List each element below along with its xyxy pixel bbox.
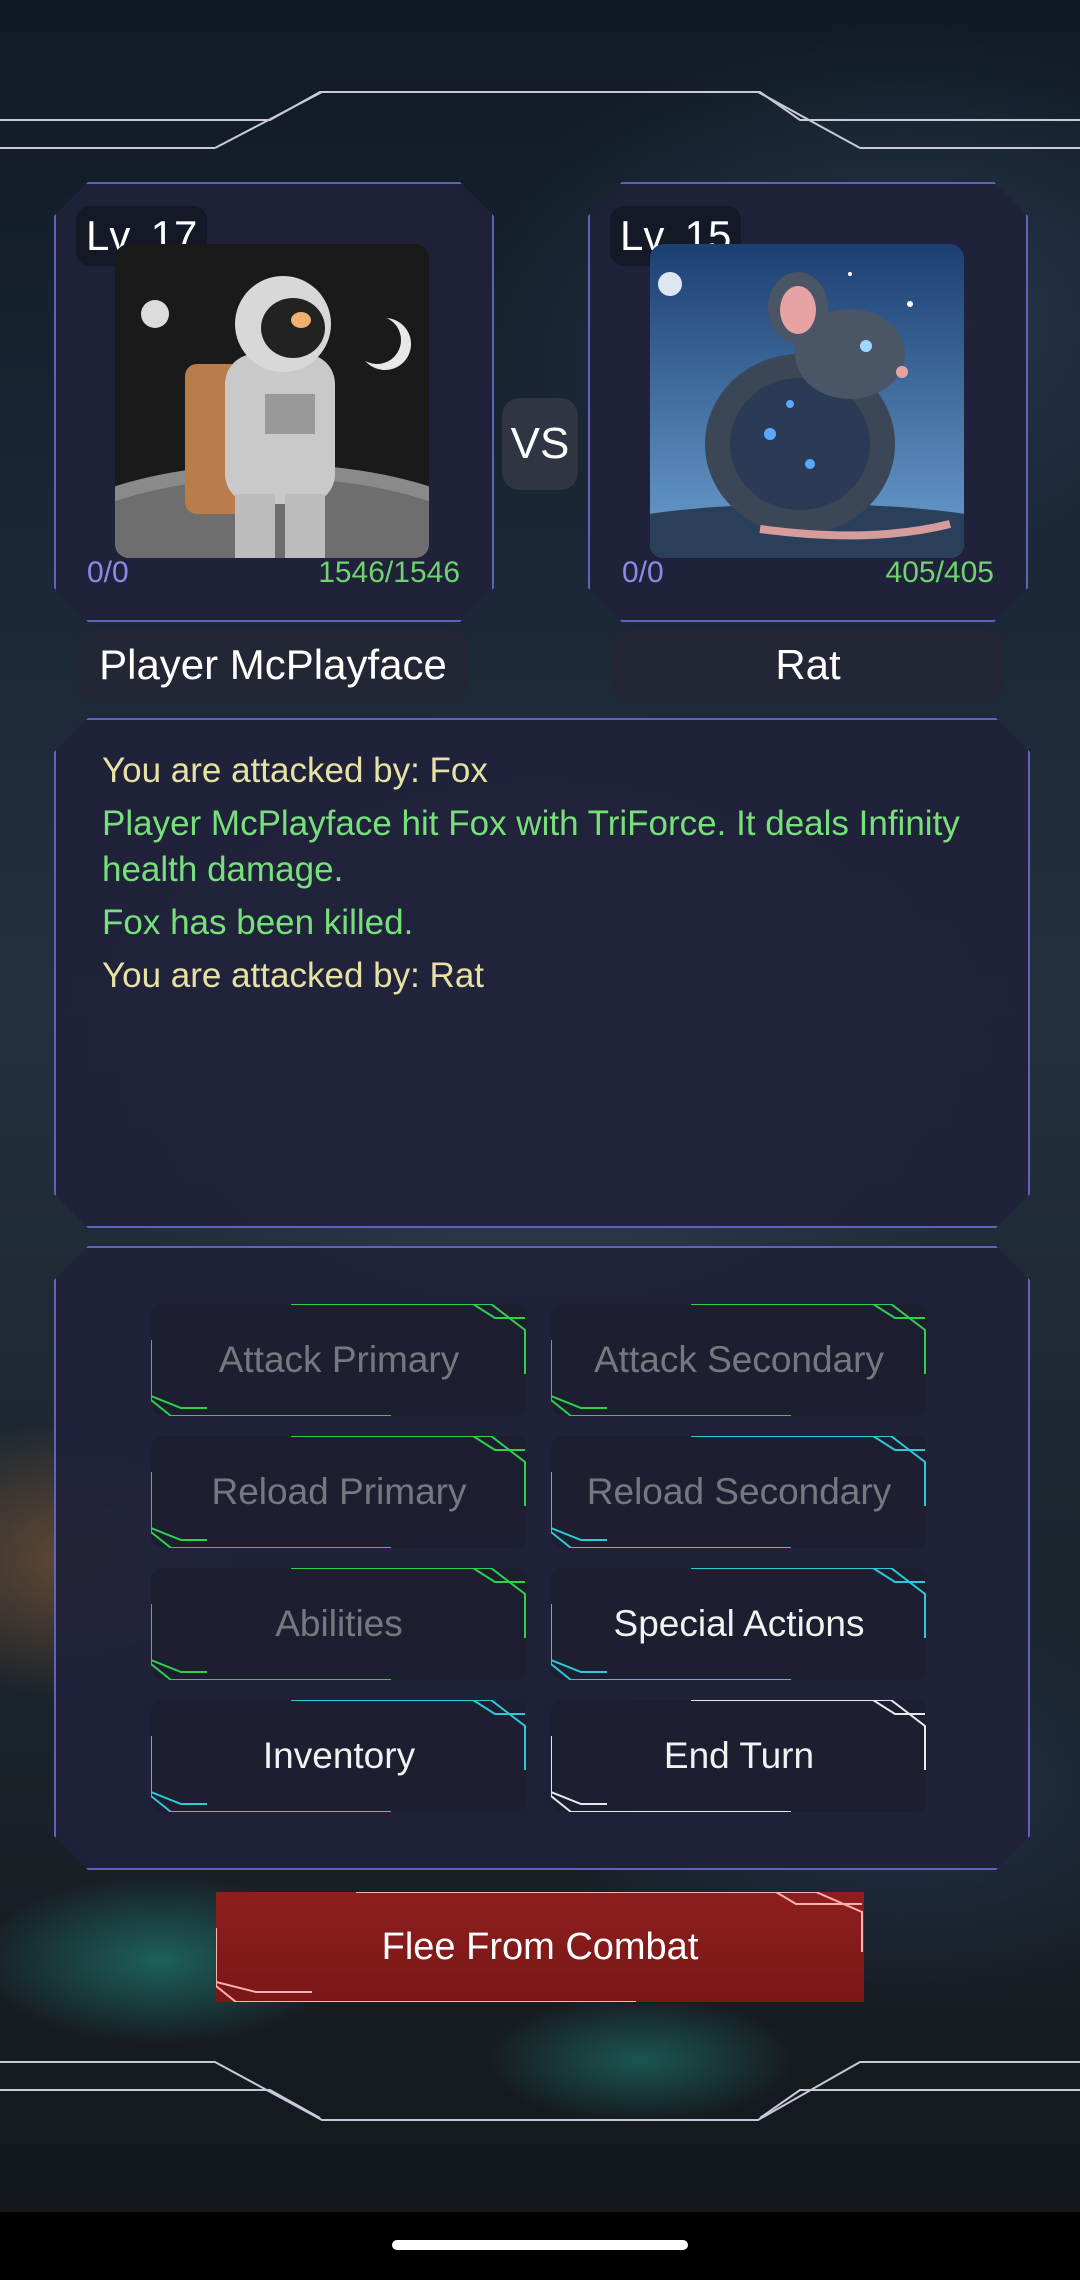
- inventory-label: Inventory: [262, 1735, 416, 1776]
- attack-primary-button[interactable]: Attack Primary: [151, 1304, 527, 1416]
- reload-secondary-button[interactable]: Reload Secondary: [551, 1436, 927, 1548]
- abilities-label: Abilities: [275, 1603, 403, 1644]
- attack-primary-label: Attack Primary: [218, 1339, 460, 1380]
- enemy-energy: 0/0: [622, 556, 664, 589]
- player-energy: 0/0: [87, 556, 129, 589]
- log-line: Fox has been killed.: [102, 903, 414, 942]
- log-line: You are attacked by: Fox: [102, 751, 488, 790]
- abilities-button[interactable]: Abilities: [151, 1568, 527, 1680]
- log-line: You are attacked by: Rat: [102, 956, 485, 995]
- attack-secondary-button[interactable]: Attack Secondary: [551, 1304, 927, 1416]
- flee-combat-label: Flee From Combat: [381, 1925, 699, 1968]
- enemy-name: Rat: [612, 628, 1004, 702]
- inventory-button[interactable]: Inventory: [151, 1700, 527, 1812]
- flee-combat-button[interactable]: Flee From Combat: [216, 1892, 864, 2002]
- end-turn-button[interactable]: End Turn: [551, 1700, 927, 1812]
- attack-secondary-label: Attack Secondary: [594, 1339, 884, 1380]
- reload-primary-button[interactable]: Reload Primary: [151, 1436, 527, 1548]
- reload-primary-label: Reload Primary: [211, 1471, 467, 1512]
- special-actions-button[interactable]: Special Actions: [551, 1568, 927, 1680]
- player-portrait: [115, 244, 429, 558]
- end-turn-label: End Turn: [663, 1735, 815, 1776]
- home-indicator[interactable]: [392, 2240, 688, 2250]
- special-actions-label: Special Actions: [613, 1603, 865, 1644]
- player-name: Player McPlayface: [78, 628, 468, 702]
- enemy-health: 405/405: [885, 556, 994, 589]
- bottom-frame-ornament: [0, 2061, 1080, 2121]
- versus-badge: VS: [502, 398, 578, 490]
- log-line: Player McPlayface hit Fox with TriForce.…: [102, 804, 960, 889]
- reload-secondary-label: Reload Secondary: [586, 1471, 892, 1512]
- player-health: 1546/1546: [318, 556, 460, 589]
- enemy-portrait: [650, 244, 964, 558]
